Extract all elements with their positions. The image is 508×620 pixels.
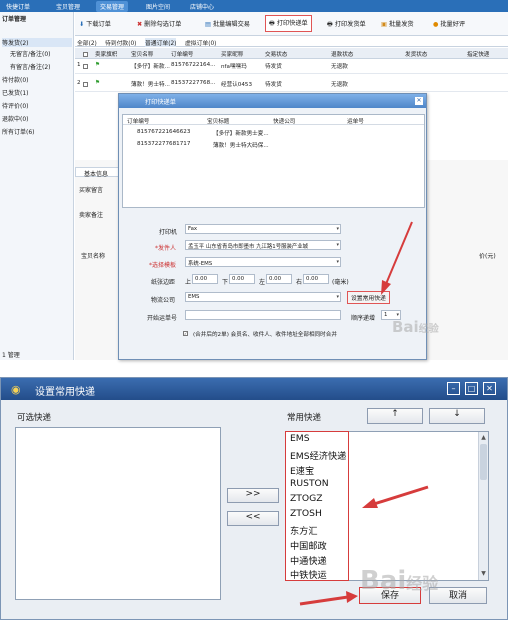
watermark: Bai经验 (360, 566, 439, 596)
annotation-arrows-bottom (299, 485, 429, 606)
